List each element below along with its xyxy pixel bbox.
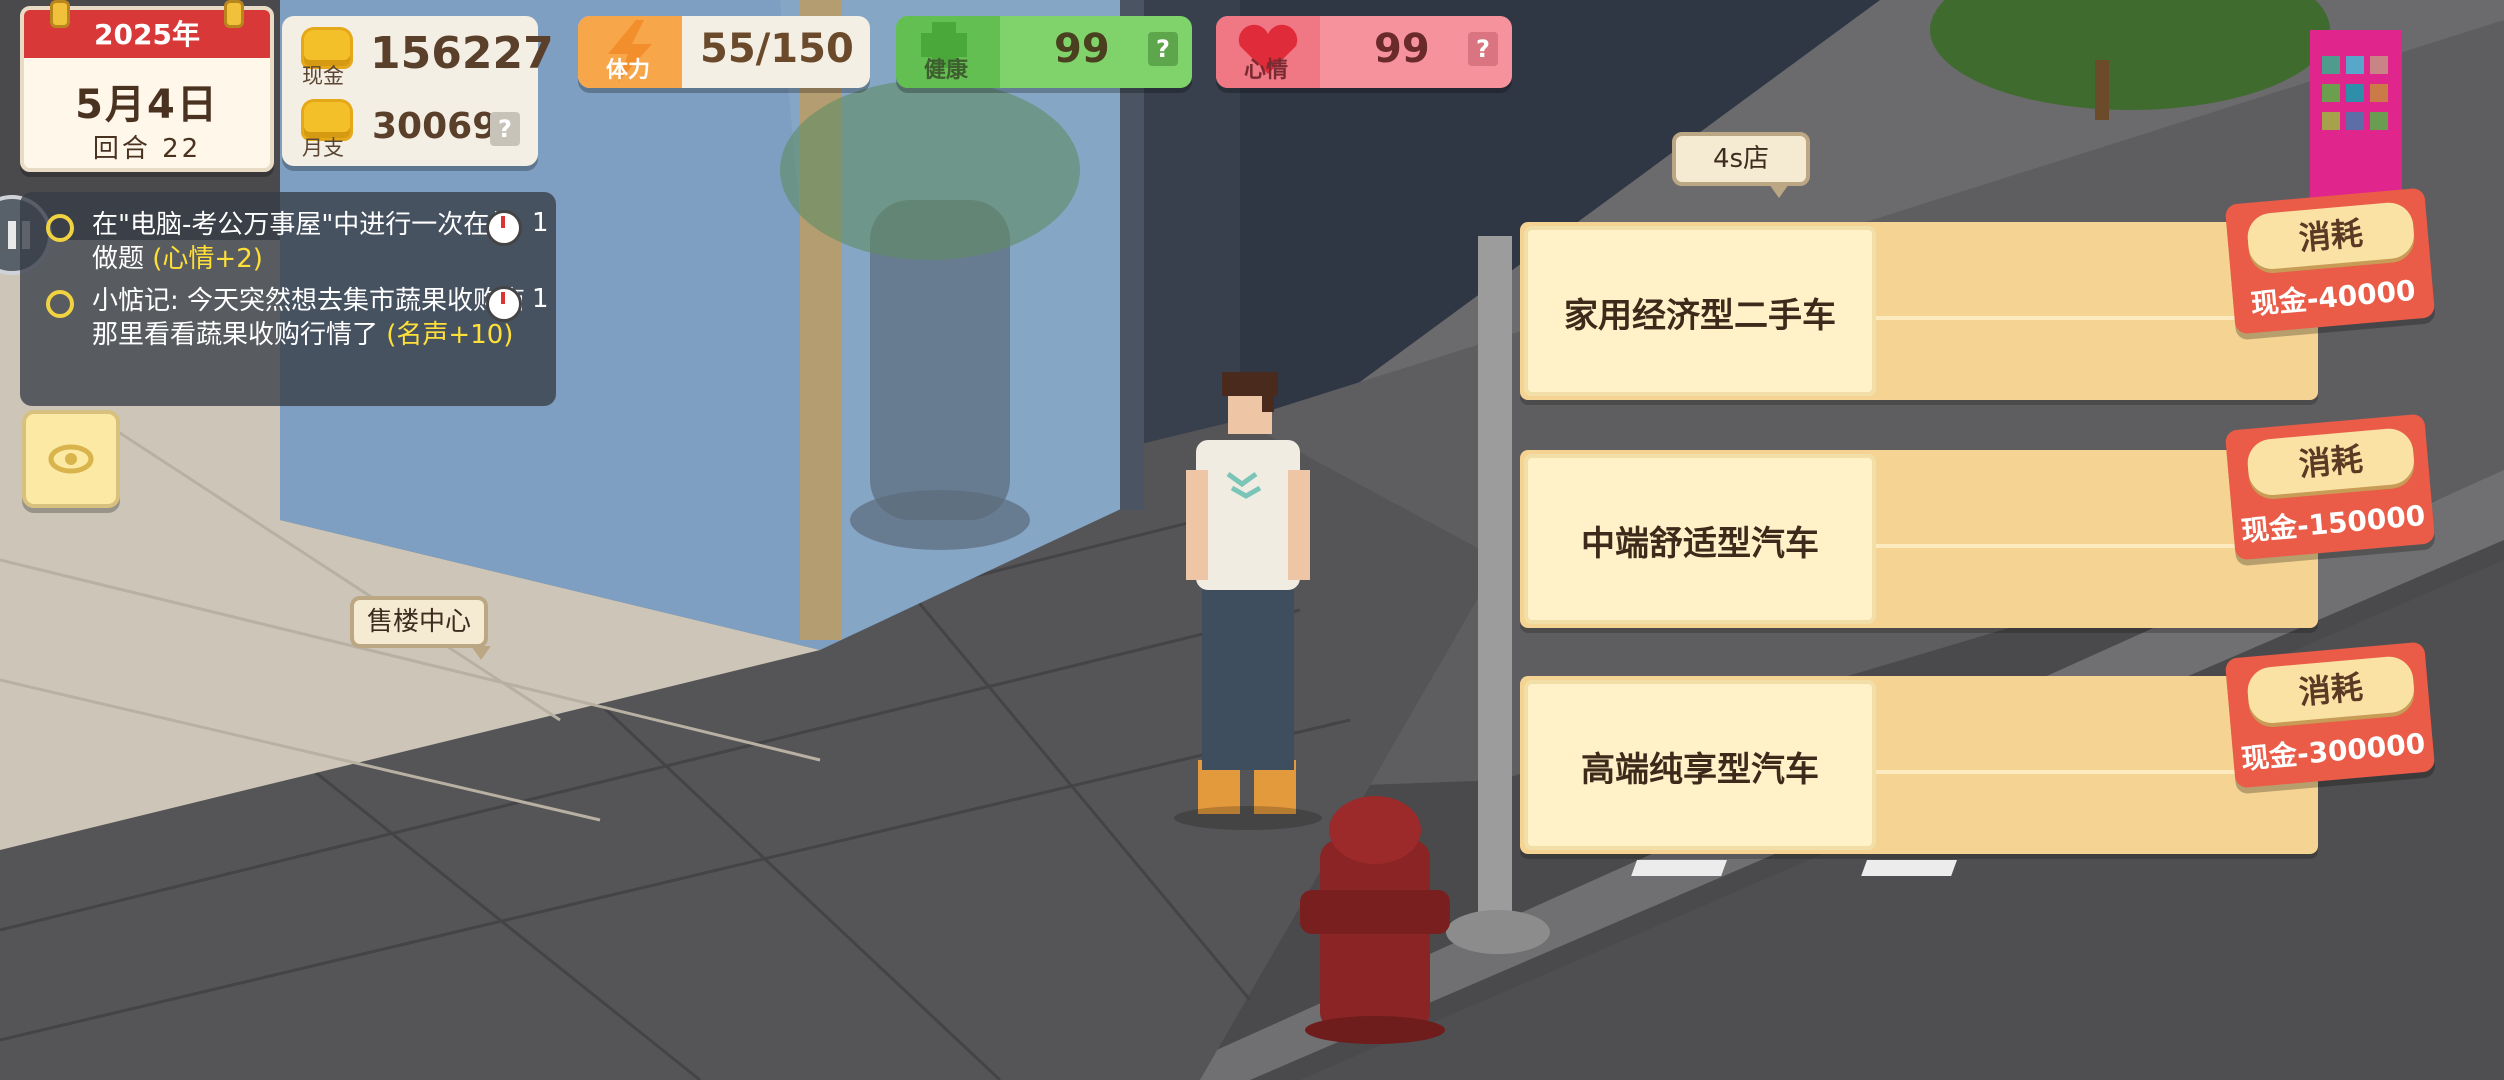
option-name: 中端舒适型汽车 [1581, 524, 1819, 564]
sales-center-text: 售楼中心 [366, 607, 471, 637]
quest-reward: (名声+10) [386, 320, 514, 350]
car-shop-label[interactable]: 4s店 [1672, 132, 1810, 198]
quest-check-icon [46, 214, 74, 242]
option-name-plate: 中端舒适型汽车 [1524, 454, 1876, 624]
stamina-stat: 体力 55/150 [578, 16, 870, 88]
stamina-value: 55/150 [700, 26, 854, 72]
monthly-value: 30069 [372, 106, 498, 147]
health-label: 健康 [924, 58, 969, 83]
option-name-plate: 家用经济型二手车 [1524, 226, 1876, 396]
sign-pole-base [1446, 910, 1550, 954]
timer-icon [486, 286, 522, 322]
cost-value: 现金-40000 [2249, 273, 2417, 321]
eye-icon [48, 444, 94, 474]
road-marking [1861, 860, 1957, 876]
game-scene: 2025年 5月4日 回合 22 现金 156227 月支 30069 ? 体力… [0, 0, 2504, 1080]
car-option-premium[interactable]: 高端纯享型汽车 [1520, 676, 2318, 854]
quest-item[interactable]: 在"电脑-考公万事屋"中进行一次在线做题 (心情+2) [46, 208, 532, 276]
cost-value: 现金-300000 [2239, 726, 2427, 776]
cash-label: 现金 [302, 64, 344, 88]
consume-button[interactable]: 消耗 [2245, 200, 2416, 271]
calendar-ring-icon [224, 0, 244, 28]
tree-trunk [2095, 60, 2109, 120]
mood-label: 心情 [1244, 58, 1289, 83]
cash-value: 156227 [370, 28, 554, 79]
health-help-icon[interactable]: ? [1148, 32, 1178, 66]
calendar-round: 回合 22 [92, 134, 202, 164]
consume-button[interactable]: 消耗 [2245, 426, 2416, 497]
door-frame [800, 0, 842, 640]
view-toggle-button[interactable] [22, 410, 120, 508]
calendar-ring-icon [50, 0, 70, 28]
option-name-plate: 高端纯享型汽车 [1524, 680, 1876, 850]
quest-count: 1 [532, 208, 549, 238]
mood-help-icon[interactable]: ? [1468, 32, 1498, 66]
cost-badge[interactable]: 消耗 现金-40000 [2224, 187, 2436, 335]
cost-value: 现金-150000 [2239, 498, 2427, 548]
sign-pole [1478, 236, 1512, 936]
option-name: 高端纯享型汽车 [1581, 750, 1819, 790]
timer-icon [486, 210, 522, 246]
quest-panel: 在"电脑-考公万事屋"中进行一次在线做题 (心情+2) 1 小惦记: 今天突然想… [20, 192, 556, 406]
road-marking [1631, 860, 1727, 876]
option-name: 家用经济型二手车 [1564, 296, 1836, 336]
mood-stat: 心情 99 ? [1216, 16, 1512, 88]
stamina-label: 体力 [606, 58, 651, 83]
monthly-help-icon[interactable]: ? [490, 112, 520, 146]
quest-count: 1 [532, 284, 549, 314]
car-option-economy[interactable]: 家用经济型二手车 [1520, 222, 2318, 400]
cost-badge[interactable]: 消耗 现金-300000 [2224, 641, 2436, 789]
sales-center-label[interactable]: 售楼中心 [350, 596, 491, 660]
monthly-label: 月支 [302, 136, 344, 160]
mood-value: 99 [1374, 26, 1430, 72]
consume-button[interactable]: 消耗 [2245, 654, 2416, 725]
quest-check-icon [46, 290, 74, 318]
quest-item[interactable]: 小惦记: 今天突然想去集市蔬果收购商那里看看蔬果收购行情了 (名声+10) [46, 284, 532, 352]
cost-badge[interactable]: 消耗 现金-150000 [2224, 413, 2436, 561]
calendar-widget: 2025年 5月4日 回合 22 [20, 0, 274, 172]
calendar-date: 5月4日 [75, 82, 219, 128]
car-option-midrange[interactable]: 中端舒适型汽车 [1520, 450, 2318, 628]
car-shop-text: 4s店 [1712, 144, 1770, 174]
plant-leaves [780, 80, 1080, 260]
quest-reward: (心情+2) [152, 244, 263, 274]
vending-buttons [2322, 56, 2388, 130]
vase-base [850, 490, 1030, 550]
health-value: 99 [1054, 26, 1110, 72]
health-stat: 健康 99 ? [896, 16, 1192, 88]
money-panel: 现金 156227 月支 30069 ? [282, 16, 554, 166]
